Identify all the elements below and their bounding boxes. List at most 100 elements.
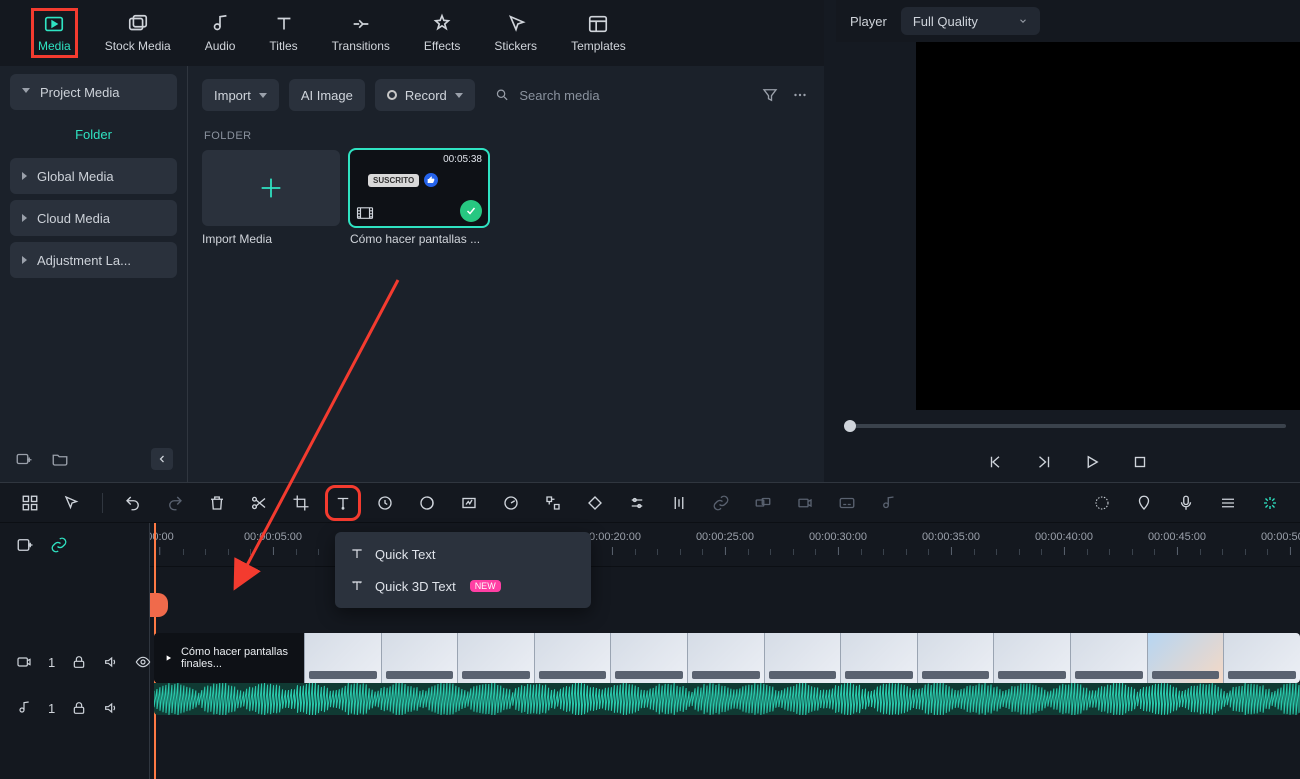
quality-select[interactable]: Full Quality (901, 7, 1040, 35)
ai-image-label: AI Image (301, 88, 353, 103)
timeline-toolbar (0, 483, 1300, 523)
subtitle-button[interactable] (835, 491, 859, 515)
tab-templates[interactable]: Templates (565, 9, 632, 57)
menu-item-label: Quick Text (375, 547, 435, 562)
playhead-knob[interactable] (150, 593, 168, 617)
scrub-thumb[interactable] (844, 420, 856, 432)
transitions-icon (350, 13, 372, 35)
motion-track-button[interactable] (541, 491, 565, 515)
audio-waveform[interactable] (154, 683, 1300, 715)
video-clip[interactable]: Cómo hacer pantallas finales... (154, 633, 1300, 683)
new-folder-button[interactable] (50, 449, 70, 469)
tab-stock-media[interactable]: Stock Media (99, 9, 177, 57)
tab-titles[interactable]: Titles (263, 9, 303, 57)
mixer-button[interactable] (1216, 491, 1240, 515)
lock-audio-button[interactable] (71, 700, 87, 716)
media-clip-thumbnail[interactable]: 00:05:38 SUSCRITO (350, 150, 488, 226)
sidebar-item-adjustment-layer[interactable]: Adjustment La... (10, 242, 177, 278)
media-icon (43, 13, 65, 35)
quick-text-menu: Quick Text Quick 3D Text NEW (335, 532, 591, 608)
timeline-ruler[interactable]: 00:0000:00:05:0000:00:10:0000:00:15:0000… (150, 523, 1300, 567)
audio-mixer-button[interactable] (667, 491, 691, 515)
collapse-sidebar-button[interactable] (151, 448, 173, 470)
marker-button[interactable] (1132, 491, 1156, 515)
import-label: Import (214, 88, 251, 103)
player-viewport[interactable] (916, 42, 1300, 410)
mute-audio-button[interactable] (103, 700, 119, 716)
mute-track-button[interactable] (103, 654, 119, 670)
tab-transitions[interactable]: Transitions (326, 9, 396, 57)
record-label: Record (405, 88, 447, 103)
speed-ramp-button[interactable] (499, 491, 523, 515)
quick-text-button[interactable] (331, 491, 355, 515)
section-folder-label: FOLDER (204, 130, 808, 142)
player-panel: Player Full Quality (836, 0, 1300, 482)
speed-button[interactable] (373, 491, 397, 515)
ai-image-button[interactable]: AI Image (289, 79, 365, 111)
track-manager-button[interactable] (18, 491, 42, 515)
sidebar-item-cloud-media[interactable]: Cloud Media (10, 200, 177, 236)
crop-zoom-button[interactable] (457, 491, 481, 515)
auto-reframe-button[interactable] (1258, 491, 1282, 515)
more-button[interactable] (790, 85, 810, 105)
track-headers: 1 1 (0, 523, 150, 779)
select-tool-button[interactable] (60, 491, 84, 515)
play-button[interactable] (1081, 451, 1103, 473)
media-browser: Import AI Image Record (188, 66, 824, 482)
film-icon (356, 206, 374, 220)
record-vo-button[interactable] (793, 491, 817, 515)
tab-templates-label: Templates (571, 39, 626, 53)
delete-button[interactable] (205, 491, 229, 515)
step-forward-button[interactable] (1033, 451, 1055, 473)
import-dropdown[interactable]: Import (202, 79, 279, 111)
import-tile-label: Import Media (202, 232, 340, 246)
chevron-down-icon (259, 93, 267, 98)
undo-button[interactable] (121, 491, 145, 515)
sidebar-item-global-media[interactable]: Global Media (10, 158, 177, 194)
chevron-down-icon (455, 93, 463, 98)
chevron-down-icon (1018, 16, 1028, 26)
play-icon (164, 652, 173, 664)
tab-audio[interactable]: Audio (199, 9, 242, 57)
add-track-button[interactable] (16, 536, 34, 554)
audio-stretch-button[interactable] (877, 491, 901, 515)
timeline-canvas[interactable]: 00:0000:00:05:0000:00:10:0000:00:15:0000… (150, 523, 1300, 779)
sidebar-item-project-media[interactable]: Project Media (10, 74, 177, 110)
audio-track-icon (16, 700, 32, 716)
ruler-tick: 00:00:20:00 (583, 531, 641, 555)
redo-button[interactable] (163, 491, 187, 515)
stop-button[interactable] (1129, 451, 1151, 473)
tab-media[interactable]: Media (32, 9, 77, 57)
split-button[interactable] (247, 491, 271, 515)
keyframe-button[interactable] (583, 491, 607, 515)
render-button[interactable] (1090, 491, 1114, 515)
menu-item-quick-3d-text[interactable]: Quick 3D Text NEW (335, 570, 591, 602)
adjust-button[interactable] (625, 491, 649, 515)
player-scrubber[interactable] (836, 410, 1300, 442)
filter-button[interactable] (760, 85, 780, 105)
lock-track-button[interactable] (71, 654, 87, 670)
quality-value: Full Quality (913, 14, 978, 29)
crop-button[interactable] (289, 491, 313, 515)
menu-item-quick-text[interactable]: Quick Text (335, 538, 591, 570)
sidebar-item-label: Adjustment La... (37, 253, 131, 268)
voiceover-button[interactable] (1174, 491, 1198, 515)
tab-media-label: Media (38, 39, 71, 53)
import-media-tile[interactable] (202, 150, 340, 226)
search-input[interactable] (517, 87, 750, 104)
link-button[interactable] (709, 491, 733, 515)
visibility-track-button[interactable] (135, 654, 151, 670)
chevron-right-icon (22, 172, 27, 180)
tab-stickers[interactable]: Stickers (488, 9, 543, 57)
prev-frame-button[interactable] (985, 451, 1007, 473)
sidebar-item-folder[interactable]: Folder (10, 116, 177, 152)
plus-icon (257, 174, 285, 202)
group-button[interactable] (751, 491, 775, 515)
color-button[interactable] (415, 491, 439, 515)
clip-duration: 00:05:38 (443, 154, 482, 165)
record-dropdown[interactable]: Record (375, 79, 475, 111)
link-toggle-button[interactable] (50, 536, 68, 554)
tab-effects[interactable]: Effects (418, 9, 466, 57)
new-bin-button[interactable] (14, 449, 34, 469)
tab-transitions-label: Transitions (332, 39, 390, 53)
